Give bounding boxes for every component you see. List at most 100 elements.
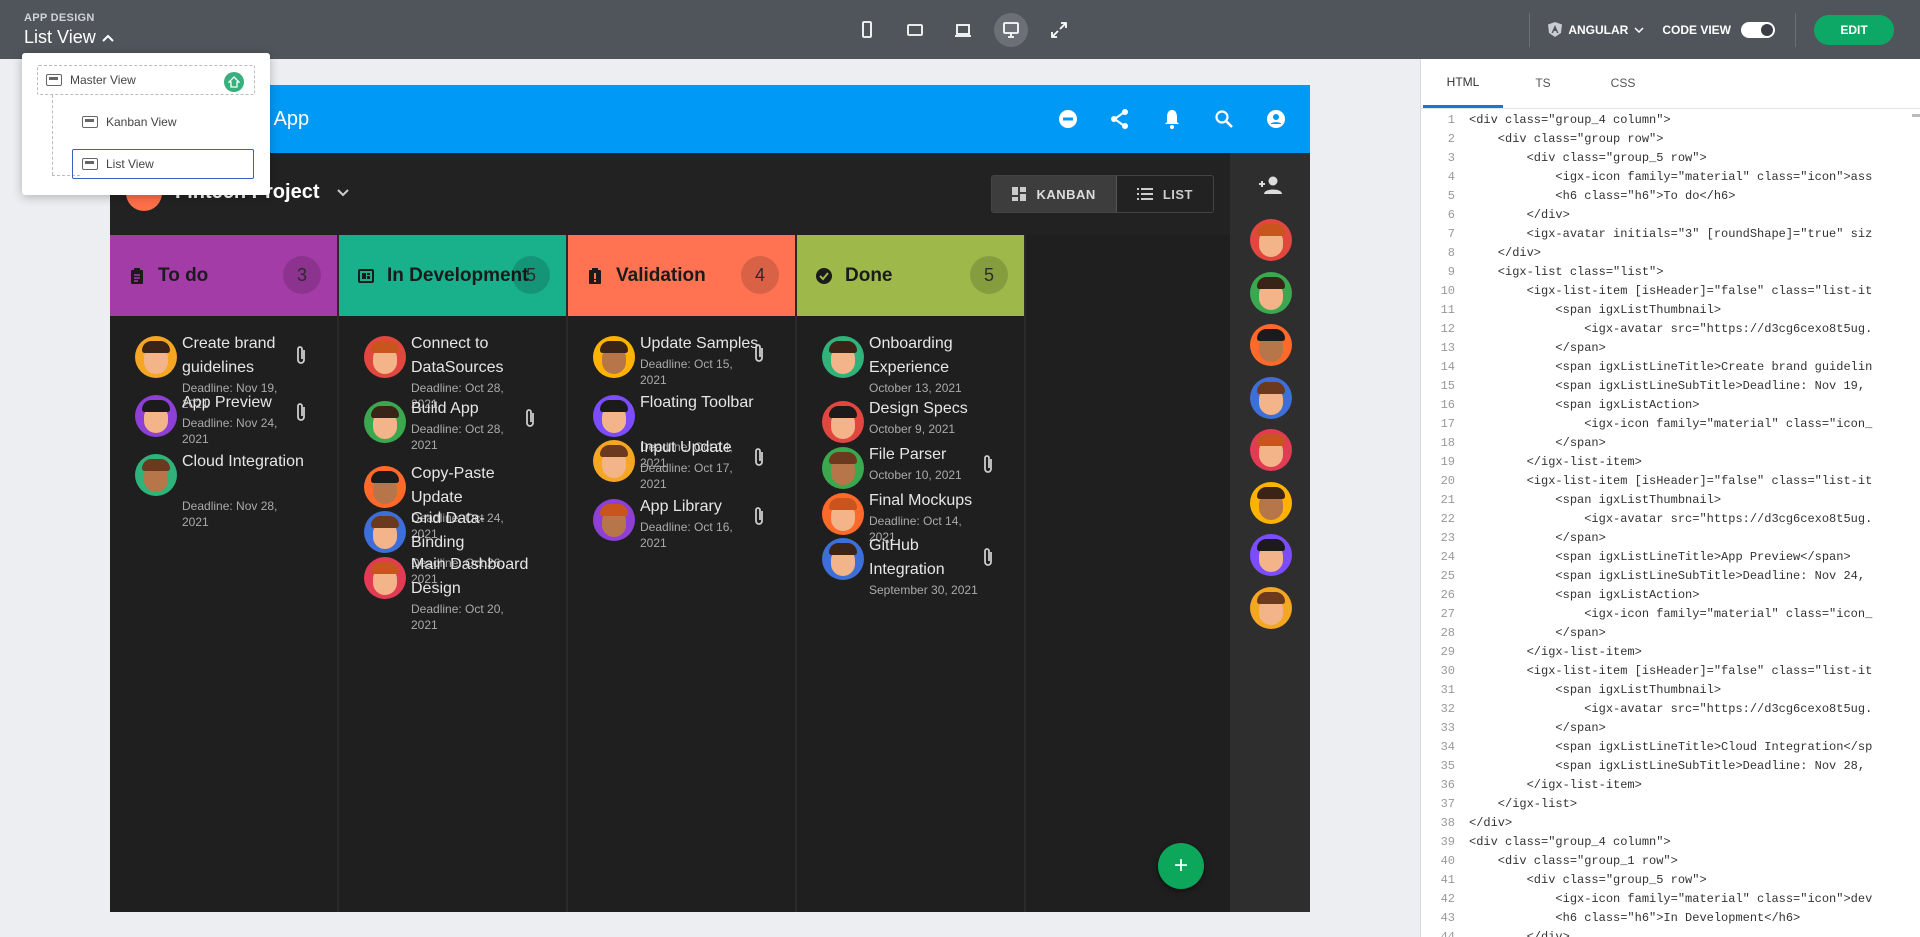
divider [1795, 12, 1796, 47]
code-line: 28 </span> [1421, 624, 1920, 643]
tablet-view-button[interactable] [898, 13, 932, 47]
line-number: 16 [1440, 398, 1455, 412]
kanban-button[interactable]: KANBAN [992, 176, 1117, 212]
line-number: 4 [1447, 170, 1455, 184]
avatar [364, 466, 406, 508]
code-text: <span igxListThumbnail> [1469, 303, 1722, 317]
add-task-button[interactable]: + [1158, 843, 1204, 889]
code-text: </span> [1469, 341, 1606, 355]
attachment-icon[interactable] [981, 546, 995, 568]
clipboard-icon [131, 267, 143, 284]
column-done: Done 5 Onboarding Experience October 13, 20… [797, 235, 1026, 912]
menu-item-label: Master View [70, 73, 136, 87]
chat-icon[interactable] [1056, 107, 1080, 131]
code-line: 1 <div class="group_4 column"> [1421, 111, 1920, 130]
code-text: <igx-list-item [isHeader]="false" class=… [1469, 664, 1873, 678]
toggle-switch[interactable] [1741, 21, 1775, 38]
framework-selector[interactable]: ANGULAR [1548, 22, 1644, 37]
code-line: 2 <div class="group row"> [1421, 130, 1920, 149]
attachment-icon[interactable] [294, 344, 308, 366]
code-line: 31 <span igxListThumbnail> [1421, 681, 1920, 700]
view-selector[interactable]: List View [24, 27, 114, 48]
attachment-icon[interactable] [752, 505, 766, 527]
attachment-icon[interactable] [752, 342, 766, 364]
tab-css[interactable]: CSS [1583, 59, 1663, 108]
avatar [593, 395, 635, 437]
line-number: 26 [1440, 588, 1455, 602]
code-line: 3 <div class="group_5 row"> [1421, 149, 1920, 168]
item-title: Create brand guidelines [182, 335, 276, 376]
item-title: GitHub Integration [869, 537, 945, 578]
item-subtitle: Deadline: Nov 28, 2021 [182, 499, 278, 529]
code-text: </span> [1469, 436, 1606, 450]
laptop-icon [955, 24, 971, 37]
framework-label: ANGULAR [1568, 22, 1629, 37]
menu-item-master-view[interactable]: Master View [46, 73, 136, 87]
code-text: <div class="group_4 column"> [1469, 113, 1671, 127]
line-number: 34 [1440, 740, 1455, 754]
code-view-label: CODE VIEW [1662, 22, 1731, 37]
attachment-icon[interactable] [523, 407, 537, 429]
share-icon[interactable] [1108, 107, 1132, 131]
code-text: </igx-list> [1469, 797, 1578, 811]
line-number: 19 [1440, 455, 1455, 469]
phone-view-button[interactable] [850, 13, 884, 47]
tab-html[interactable]: HTML [1423, 59, 1503, 108]
tab-ts[interactable]: TS [1503, 59, 1583, 108]
menu-item-kanban-view[interactable]: Kanban View [82, 115, 177, 129]
code-view-toggle[interactable]: CODE VIEW [1662, 21, 1775, 38]
view-toggle: KANBAN LIST [991, 175, 1214, 213]
item-subtitle: Deadline: Oct 28, 2021 [411, 422, 504, 452]
search-icon[interactable] [1212, 107, 1236, 131]
code-text: <igx-icon family="material" class="icon_ [1469, 607, 1873, 621]
bell-icon[interactable] [1160, 107, 1184, 131]
code-text: </div> [1469, 246, 1542, 260]
account-icon[interactable] [1264, 107, 1288, 131]
code-text: <igx-avatar src="https://d3cg6cexo8t5ug. [1469, 702, 1873, 716]
laptop-view-button[interactable] [946, 13, 980, 47]
line-number: 13 [1440, 341, 1455, 355]
avatar [364, 557, 406, 599]
avatar [1250, 586, 1292, 629]
column-header: In Development 5 [339, 235, 566, 316]
desktop-view-button[interactable] [994, 13, 1028, 47]
code-line: 15 <span igxListLineSubTitle>Deadline: N… [1421, 377, 1920, 396]
code-tabs: HTML TS CSS [1421, 59, 1920, 109]
chevron-up-icon [101, 34, 114, 42]
line-number: 40 [1440, 854, 1455, 868]
navbar-actions [1056, 107, 1288, 131]
window-icon [82, 158, 98, 170]
code-line: 14 <span igxListLineTitle>Create brand g… [1421, 358, 1920, 377]
avatar [135, 454, 177, 496]
fullscreen-button[interactable] [1042, 13, 1076, 47]
code-line: 10 <igx-list-item [isHeader]="false" cla… [1421, 282, 1920, 301]
add-person-icon[interactable] [1258, 175, 1284, 195]
code-editor[interactable]: 1 <div class="group_4 column"> 2 <div clas… [1421, 111, 1920, 937]
scrollbar[interactable] [1912, 114, 1920, 117]
edit-button[interactable]: EDIT [1814, 14, 1894, 45]
code-text: </span> [1469, 626, 1606, 640]
kanban-label: KANBAN [1036, 186, 1096, 202]
code-text: <span igxListLineSubTitle>Deadline: Nov … [1469, 759, 1866, 773]
menu-item-list-view-content: List View [82, 157, 154, 171]
master-view-row[interactable]: Master View [37, 65, 255, 95]
code-text: <igx-icon family="material" class="icon"… [1469, 892, 1873, 906]
avatar [364, 511, 406, 553]
team-rail [1230, 153, 1310, 912]
attachment-icon[interactable] [752, 446, 766, 468]
code-line: 24 <span igxListLineTitle>App Preview</s… [1421, 548, 1920, 567]
code-line: 42 <igx-icon family="material" class="ic… [1421, 890, 1920, 909]
avatar [1250, 376, 1292, 419]
code-line: 37 </igx-list> [1421, 795, 1920, 814]
item-title: Connect to DataSources [411, 335, 504, 376]
attachment-icon[interactable] [981, 453, 995, 475]
code-text: <span igxListThumbnail> [1469, 493, 1722, 507]
list-button[interactable]: LIST [1117, 176, 1213, 212]
item-title: Update Samples [640, 335, 759, 352]
item-title: Build App [411, 400, 479, 417]
attachment-icon[interactable] [294, 401, 308, 423]
avatar [822, 538, 864, 580]
chevron-down-icon [1634, 26, 1644, 33]
code-text: <igx-list-item [isHeader]="false" class=… [1469, 474, 1873, 488]
menu-item-list-view[interactable]: List View [72, 149, 254, 179]
